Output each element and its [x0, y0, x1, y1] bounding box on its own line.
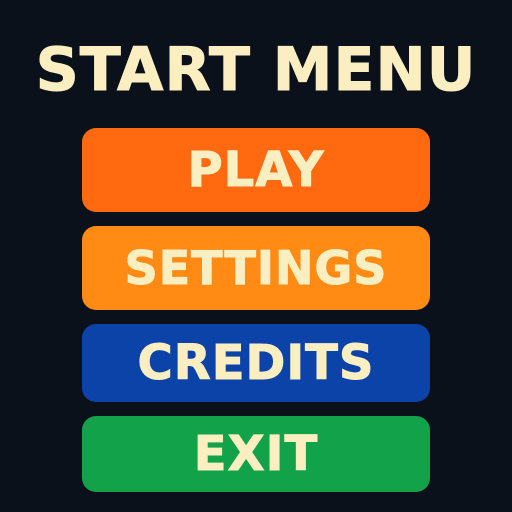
- settings-button-label: SETTINGS: [124, 241, 388, 296]
- credits-button[interactable]: CREDITS: [82, 324, 430, 402]
- play-button-label: PLAY: [187, 142, 325, 199]
- credits-button-label: CREDITS: [137, 335, 375, 392]
- menu-title: START MENU: [35, 35, 477, 106]
- play-button[interactable]: PLAY: [82, 128, 430, 212]
- exit-button[interactable]: EXIT: [82, 416, 430, 492]
- start-menu-screen: START MENU PLAY SETTINGS CREDITS EXIT: [0, 0, 512, 512]
- settings-button[interactable]: SETTINGS: [82, 226, 430, 310]
- exit-button-label: EXIT: [193, 426, 319, 483]
